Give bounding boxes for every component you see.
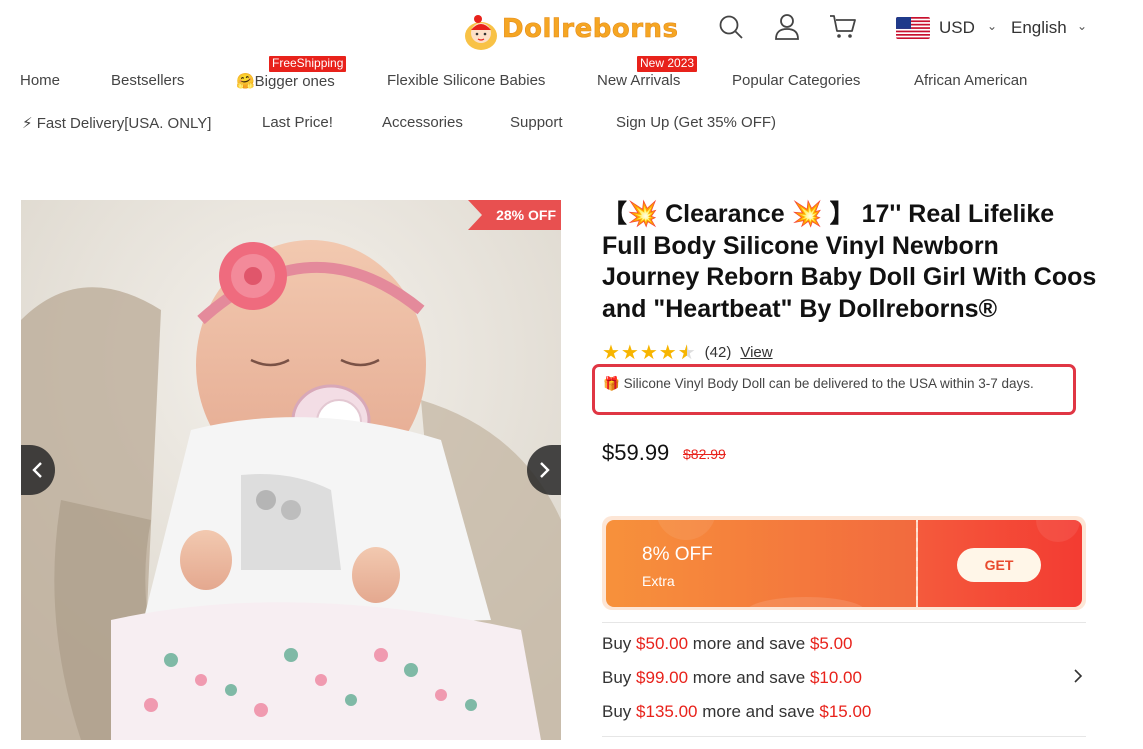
chevron-down-icon[interactable]: ⌄ — [987, 19, 997, 33]
nav-item-bestsellers[interactable]: Bestsellers — [111, 72, 184, 89]
us-flag-icon[interactable] — [896, 17, 930, 39]
nav-item-last-price[interactable]: Last Price! — [262, 114, 333, 131]
explosion-icon: 💥 — [791, 200, 823, 228]
discount-tier: Buy $50.00 more and save $5.00 — [602, 634, 853, 653]
discount-tier: Buy $135.00 more and save $15.00 — [602, 702, 872, 721]
nav-item-fast-delivery[interactable]: ⚡ Fast Delivery[USA. ONLY] — [22, 114, 211, 132]
nav-item-bigger-ones[interactable]: 🤗Bigger ones — [236, 72, 335, 90]
product-title: 【💥 Clearance 💥 】 17'' Real Lifelike Full… — [602, 200, 1097, 323]
nav-item-new-arrivals[interactable]: New Arrivals — [597, 72, 680, 89]
get-coupon-button[interactable]: GET — [957, 548, 1041, 582]
logo-mark-icon — [462, 10, 500, 50]
original-price: $82.99 — [683, 446, 726, 462]
user-icon[interactable] — [772, 12, 802, 42]
cart-icon[interactable] — [828, 12, 858, 42]
site-logo[interactable]: Dollreborns — [462, 4, 678, 54]
coupon-percent: 8% OFF — [642, 544, 713, 565]
discount-tier: Buy $99.00 more and save $10.00 — [602, 668, 862, 687]
view-reviews-link[interactable]: View — [740, 344, 772, 361]
nav-item-flexible-silicone[interactable]: Flexible Silicone Babies — [387, 72, 545, 89]
star-rating-icon: ★★★★★★ — [602, 342, 697, 364]
gift-icon: 🎁 — [603, 376, 620, 391]
chevron-down-icon[interactable]: ⌄ — [1077, 19, 1087, 33]
current-price: $59.99 — [602, 440, 670, 465]
chevron-right-icon[interactable] — [1073, 669, 1083, 688]
nav-item-home[interactable]: Home — [20, 72, 60, 89]
nav-item-sign-up[interactable]: Sign Up (Get 35% OFF) — [616, 114, 776, 131]
discount-tag: 28% OFF — [468, 200, 561, 230]
freeshipping-badge: FreeShipping — [269, 56, 347, 72]
explosion-icon: 💥 — [627, 200, 659, 228]
logo-text: Dollreborns — [502, 14, 679, 45]
language-selector[interactable]: English — [1011, 18, 1067, 38]
search-icon[interactable] — [716, 12, 746, 42]
new-2023-badge: New 2023 — [637, 56, 698, 72]
coupon-extra-label: Extra — [642, 573, 675, 589]
coupon-card: 8% OFF Extra GET — [602, 516, 1086, 610]
divider — [602, 736, 1086, 737]
nav-item-support[interactable]: Support — [510, 114, 563, 131]
delivery-note: 🎁 Silicone Vinyl Body Doll can be delive… — [592, 364, 1076, 415]
divider — [602, 622, 1086, 623]
product-gallery[interactable]: 28% OFF — [21, 200, 561, 740]
product-rating: ★★★★★★ (42) View — [602, 340, 773, 365]
product-image — [21, 200, 561, 740]
currency-selector[interactable]: USD — [939, 18, 975, 38]
nav-item-african-american[interactable]: African American — [914, 72, 1027, 89]
review-count: (42) — [704, 344, 732, 361]
nav-item-popular-categories[interactable]: Popular Categories — [732, 72, 860, 89]
nav-item-accessories[interactable]: Accessories — [382, 114, 463, 131]
